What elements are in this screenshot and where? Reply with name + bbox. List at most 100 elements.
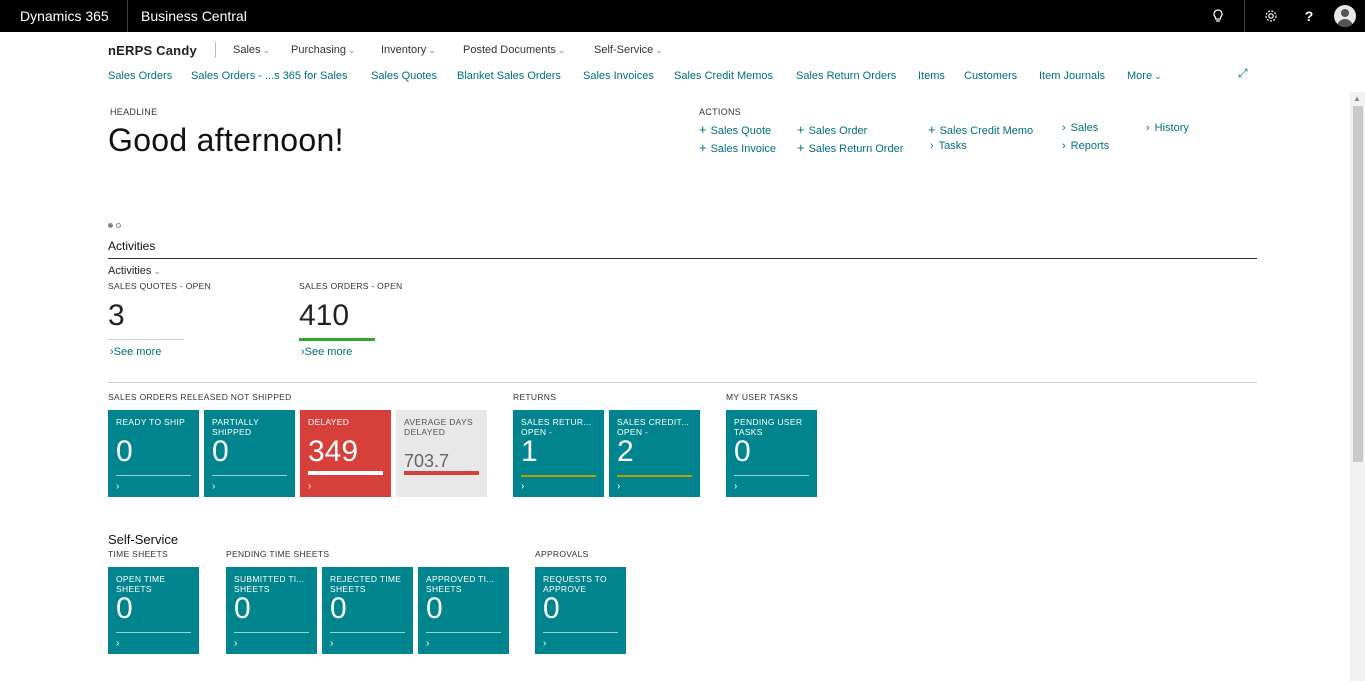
tile-label: REQUESTS TO APPROVE (543, 574, 607, 594)
nav-menu-label: Posted Documents (463, 44, 556, 56)
chevron-right-icon: › (234, 638, 238, 649)
top-bar: Dynamics 365 Business Central ? (0, 0, 1365, 32)
nav-menu-inventory[interactable]: Inventory ⌄ (381, 44, 436, 56)
see-more-link[interactable]: ›See more (110, 346, 161, 358)
action-sales-return-order[interactable]: + Sales Return Order (797, 140, 903, 155)
tile-sales-returns-open[interactable]: SALES RETUR... OPEN - 1 › (513, 410, 604, 497)
action-label: Tasks (938, 140, 967, 152)
action-sales-invoice[interactable]: + Sales Invoice (699, 140, 776, 155)
nav-link-sales-invoices[interactable]: Sales Invoices (583, 70, 654, 82)
chevron-right-icon: › (116, 481, 120, 492)
tile-divider (116, 632, 191, 633)
nav-menu-label: Sales (233, 44, 261, 56)
action-label: History (1154, 122, 1189, 134)
greeting-headline: Good afternoon! (108, 122, 344, 158)
nav-link-sales-orders[interactable]: Sales Orders (108, 70, 172, 82)
nav-link-more[interactable]: More ⌄ (1127, 70, 1162, 82)
action-sales[interactable]: › Sales (1062, 122, 1098, 134)
nav-link-sales-credit-memos[interactable]: Sales Credit Memos (674, 70, 773, 82)
see-more-link[interactable]: ›See more (301, 346, 352, 358)
group-label-released: SALES ORDERS RELEASED NOT SHIPPED (108, 392, 292, 402)
scrollbar-thumb[interactable] (1353, 106, 1363, 462)
action-label: Sales (1070, 122, 1099, 134)
tile-sales-credit-open[interactable]: SALES CREDIT... OPEN - 2 › (609, 410, 700, 497)
nav-link-items[interactable]: Items (918, 70, 945, 82)
tile-rejected-time-sheets[interactable]: REJECTED TIME SHEETS 0 › (322, 567, 413, 654)
nav-link-blanket-sales-orders[interactable]: Blanket Sales Orders (457, 70, 561, 82)
nav-menu-label: Inventory (381, 44, 427, 56)
tile-label: PENDING USER TASKS (734, 417, 803, 437)
plus-icon: + (699, 140, 707, 155)
nav-menu-posted-documents[interactable]: Posted Documents ⌄ (463, 44, 565, 56)
tile-indicator (617, 475, 692, 477)
nav-link-sales-return-orders[interactable]: Sales Return Orders (796, 70, 896, 82)
company-name[interactable]: nERPS Candy (108, 43, 197, 58)
see-more-label: See more (304, 346, 353, 358)
tile-submitted-time-sheets[interactable]: SUBMITTED TI... SHEETS 0 › (226, 567, 317, 654)
tile-delayed[interactable]: DELAYED 349 › (300, 410, 391, 497)
tile-value: 349 (308, 435, 359, 468)
cue-value-sales-quotes-open[interactable]: 3 (108, 299, 125, 333)
nav-link-sales-quotes[interactable]: Sales Quotes (371, 70, 437, 82)
action-tasks[interactable]: › Tasks (930, 140, 967, 152)
chevron-down-icon: ⌄ (557, 45, 566, 55)
group-label-user-tasks: MY USER TASKS (726, 392, 798, 402)
help-icon[interactable]: ? (1300, 7, 1318, 25)
action-sales-credit-memo[interactable]: + Sales Credit Memo (928, 122, 1033, 137)
chevron-down-icon: ⌄ (153, 266, 161, 276)
action-label: Sales Credit Memo (939, 125, 1034, 137)
tile-requests-to-approve[interactable]: REQUESTS TO APPROVE 0 › (535, 567, 626, 654)
nav-link-more-label: More (1127, 70, 1153, 82)
divider (215, 42, 216, 58)
tile-label: READY TO SHIP (116, 417, 186, 427)
carousel-dot[interactable] (116, 223, 121, 228)
tile-partially-shipped[interactable]: PARTIALLY SHIPPED 0 › (204, 410, 295, 497)
scroll-up-icon[interactable]: ▲ (1353, 94, 1361, 103)
gear-icon[interactable] (1262, 7, 1280, 25)
tile-label: REJECTED TIME SHEETS (330, 574, 402, 594)
nav-link-sales-orders-365[interactable]: Sales Orders - ...s 365 for Sales (191, 70, 348, 82)
nav-menu-purchasing[interactable]: Purchasing ⌄ (291, 44, 356, 56)
action-label: Sales Invoice (710, 143, 777, 155)
tile-indicator (404, 471, 479, 475)
tile-pending-user-tasks[interactable]: PENDING USER TASKS 0 › (726, 410, 817, 497)
tile-value: 0 (212, 435, 229, 468)
tile-value: 0 (116, 592, 133, 625)
chevron-right-icon: › (308, 481, 312, 492)
vertical-scrollbar[interactable]: ▲ (1350, 92, 1365, 681)
tile-value: 0 (116, 435, 133, 468)
chevron-right-icon: › (734, 481, 738, 492)
action-history[interactable]: › History (1146, 122, 1189, 134)
tile-approved-time-sheets[interactable]: APPROVED TI... SHEETS 0 › (418, 567, 509, 654)
group-label-pending-time-sheets: PENDING TIME SHEETS (226, 549, 330, 559)
nav-link-customers[interactable]: Customers (964, 70, 1017, 82)
carousel-dot[interactable] (108, 223, 113, 228)
tile-label: AVERAGE DAYS DELAYED (404, 417, 473, 437)
nav-link-item-journals[interactable]: Item Journals (1039, 70, 1105, 82)
action-sales-quote[interactable]: + Sales Quote (699, 122, 771, 137)
cue-value-sales-orders-open[interactable]: 410 (299, 299, 349, 333)
cue-indicator (299, 338, 375, 341)
action-reports[interactable]: › Reports (1062, 140, 1109, 152)
nav-menu-self-service[interactable]: Self-Service ⌄ (594, 44, 663, 56)
product-name[interactable]: Business Central (141, 8, 247, 24)
nav-menu-sales[interactable]: Sales ⌄ (233, 44, 270, 56)
avatar-icon[interactable] (1334, 5, 1356, 27)
tile-open-time-sheets[interactable]: OPEN TIME SHEETS 0 › (108, 567, 199, 654)
chevron-right-icon: › (1062, 140, 1066, 152)
tile-value: 0 (734, 435, 751, 468)
tile-divider (330, 632, 405, 633)
self-service-title: Self-Service (108, 532, 179, 547)
expand-icon[interactable]: ⤢ (1238, 66, 1248, 81)
tile-ready-to-ship[interactable]: READY TO SHIP 0 › (108, 410, 199, 497)
activities-dropdown[interactable]: Activities ⌄ (108, 265, 161, 277)
tile-divider (212, 475, 287, 476)
tile-average-days-delayed[interactable]: AVERAGE DAYS DELAYED 703.7 (396, 410, 487, 497)
action-sales-order[interactable]: + Sales Order (797, 122, 867, 137)
carousel-dots (108, 215, 124, 233)
chevron-right-icon: › (1146, 122, 1150, 134)
lightbulb-icon[interactable] (1209, 7, 1227, 25)
nav-menu-label: Purchasing (291, 44, 347, 56)
app-brand[interactable]: Dynamics 365 (20, 8, 109, 24)
tile-label: SALES CREDIT... OPEN - (617, 417, 690, 437)
